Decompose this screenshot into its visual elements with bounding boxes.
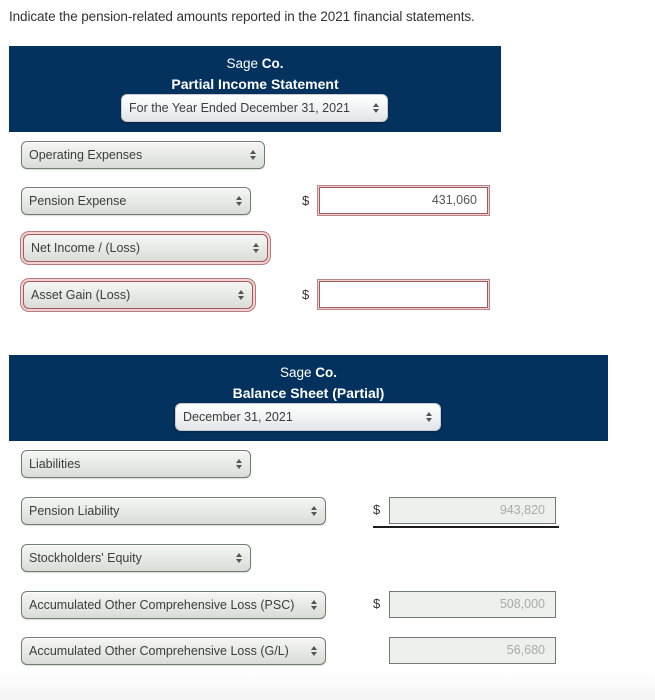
account-select-pension-liability[interactable]: Pension Liability xyxy=(21,497,326,525)
company-name-prefix: Sage xyxy=(279,365,312,380)
account-select-value: Net Income / (Loss) xyxy=(31,241,141,255)
select-arrows-icon xyxy=(309,498,319,524)
period-select[interactable]: For the Year Ended December 31, 2021 xyxy=(121,94,388,122)
company-name-suffix: Co. xyxy=(315,365,338,380)
account-select-value: Pension Liability xyxy=(29,504,120,518)
account-select-stockholders-equity[interactable]: Stockholders' Equity xyxy=(21,544,251,572)
select-arrows-icon xyxy=(236,282,246,308)
account-select-value: Accumulated Other Comprehensive Loss (G/… xyxy=(29,644,289,658)
select-arrows-icon xyxy=(248,142,258,168)
account-select-value: Accumulated Other Comprehensive Loss (PS… xyxy=(29,598,295,612)
instruction-text: Indicate the pension-related amounts rep… xyxy=(9,9,475,24)
amount-input-pension-expense[interactable]: 431,060 xyxy=(319,187,488,214)
account-select-value: Asset Gain (Loss) xyxy=(31,288,131,302)
account-select-liabilities[interactable]: Liabilities xyxy=(21,450,251,478)
amount-input-pension-liability[interactable]: 943,820 xyxy=(389,497,556,524)
account-select-aocl-gl[interactable]: Accumulated Other Comprehensive Loss (G/… xyxy=(21,637,326,665)
account-select-asset-gain-loss[interactable]: Asset Gain (Loss) xyxy=(23,281,253,309)
account-select-value: Operating Expenses xyxy=(29,148,143,162)
currency-symbol: $ xyxy=(373,596,381,611)
select-arrows-icon xyxy=(309,592,319,618)
account-select-operating-expenses[interactable]: Operating Expenses xyxy=(21,141,265,169)
company-name: Sage Co. xyxy=(9,55,501,73)
currency-symbol: $ xyxy=(302,287,310,302)
bottom-fade xyxy=(0,670,655,700)
account-select-value: Pension Expense xyxy=(29,194,127,208)
company-name: Sage Co. xyxy=(9,364,608,382)
select-arrows-icon xyxy=(371,95,381,121)
select-arrows-icon xyxy=(234,545,244,571)
select-arrows-icon xyxy=(234,451,244,477)
account-select-aocl-psc[interactable]: Accumulated Other Comprehensive Loss (PS… xyxy=(21,591,326,619)
account-select-pension-expense[interactable]: Pension Expense xyxy=(21,187,251,215)
amount-input-aocl-gl[interactable]: 56,680 xyxy=(389,637,556,664)
company-name-suffix: Co. xyxy=(261,56,284,71)
account-select-net-income[interactable]: Net Income / (Loss) xyxy=(23,234,268,262)
currency-symbol: $ xyxy=(302,193,310,208)
select-arrows-icon xyxy=(251,235,261,261)
statement-title: Balance Sheet (Partial) xyxy=(232,385,385,401)
select-arrows-icon xyxy=(424,404,434,430)
date-select-value: December 31, 2021 xyxy=(183,410,293,424)
account-select-value: Stockholders' Equity xyxy=(29,551,142,565)
select-arrows-icon xyxy=(234,188,244,214)
period-select-value: For the Year Ended December 31, 2021 xyxy=(129,101,350,115)
date-select[interactable]: December 31, 2021 xyxy=(175,403,441,431)
currency-symbol: $ xyxy=(373,502,381,517)
company-name-prefix: Sage xyxy=(226,56,258,71)
amount-input-aocl-psc[interactable]: 508,000 xyxy=(389,591,556,618)
statement-title: Partial Income Statement xyxy=(171,76,339,92)
amount-input-asset-gain-loss[interactable] xyxy=(319,281,488,308)
select-arrows-icon xyxy=(309,638,319,664)
account-select-value: Liabilities xyxy=(29,457,81,471)
total-underline xyxy=(373,526,559,528)
